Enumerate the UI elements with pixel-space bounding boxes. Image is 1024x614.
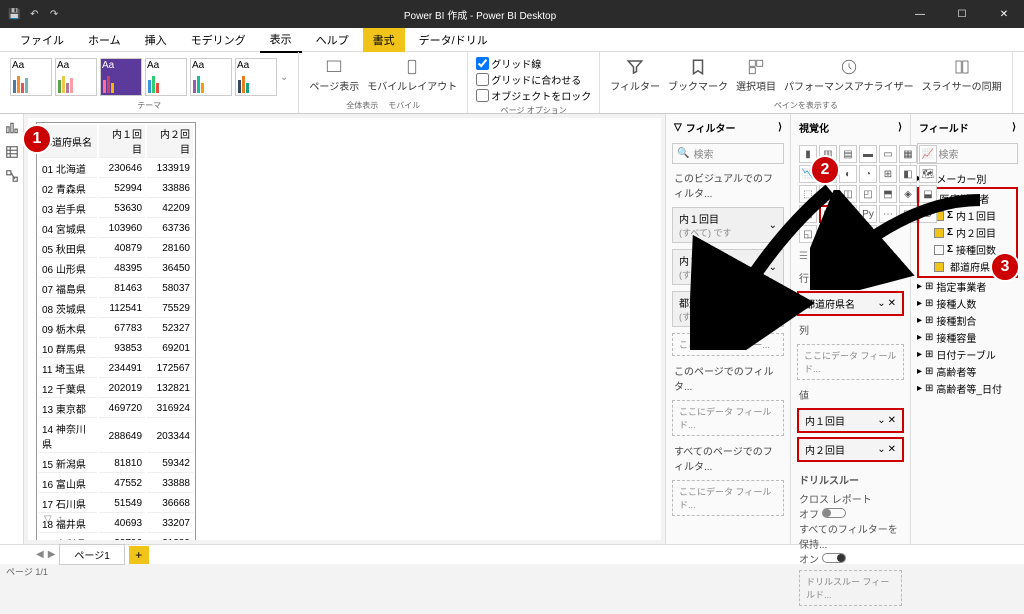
value-well-1[interactable]: 内１回目⌄✕ xyxy=(797,408,904,433)
value-well-2[interactable]: 内２回目⌄✕ xyxy=(797,437,904,462)
table-row[interactable]: 17 石川県5154936668 xyxy=(39,495,193,513)
table-row[interactable]: 13 東京都469720316924 xyxy=(39,400,193,418)
add-filter-field[interactable]: ここにデータ フィー... xyxy=(672,333,784,356)
table-row[interactable]: 08 茨城県11254175529 xyxy=(39,300,193,318)
menu-insert[interactable]: 挿入 xyxy=(135,28,177,52)
axis-well[interactable]: 都道府県名⌄✕ xyxy=(797,291,904,316)
filter-field-3[interactable]: 都道府県名(すべて) です⌄ xyxy=(672,291,784,327)
table-row[interactable]: 07 福島県8146358037 xyxy=(39,280,193,298)
page-view-button[interactable]: ページ表示 xyxy=(305,54,363,97)
redo-icon[interactable]: ↷ xyxy=(48,7,60,21)
page-tab[interactable]: ページ1 xyxy=(59,544,124,565)
performance-button[interactable]: パフォーマンスアナライザー xyxy=(780,54,918,97)
selection-pane-button[interactable]: 選択項目 xyxy=(732,54,780,97)
collapse-viz-icon[interactable]: ⟩ xyxy=(898,122,902,133)
table-row[interactable]: 06 山形県4839536450 xyxy=(39,260,193,278)
fields-tab-icon[interactable]: ☰ xyxy=(799,251,808,262)
table-row[interactable]: 04 宮城県10396063736 xyxy=(39,220,193,238)
drill-fields[interactable]: ドリルスルー フィールド... xyxy=(799,570,902,606)
data-view-icon[interactable] xyxy=(4,144,20,160)
expand-icon[interactable]: ⟩ xyxy=(778,122,782,133)
save-icon[interactable]: 💾 xyxy=(8,7,20,21)
fields-title: フィールド xyxy=(919,120,969,135)
cross-report-toggle[interactable] xyxy=(822,508,846,518)
viz-title: 視覚化 xyxy=(799,120,829,135)
table-row[interactable]: 11 埼玉県234491172567 xyxy=(39,360,193,378)
all-pages-filters-header: すべてのページでのフィルタ... xyxy=(666,439,790,477)
table-row[interactable]: 09 栃木県6778352327 xyxy=(39,320,193,338)
add-page-button[interactable]: + xyxy=(129,546,149,564)
format-tab-icon[interactable]: ✎ xyxy=(812,251,820,262)
menu-file[interactable]: ファイル xyxy=(10,28,74,52)
collapse-fields-icon[interactable]: ⟩ xyxy=(1012,122,1016,133)
filter-field-1[interactable]: 内１回目(すべて) です⌄ xyxy=(672,207,784,243)
table-elderly[interactable]: ▸⊞高齢者等 xyxy=(917,363,1018,380)
funnel-icon: ▽ xyxy=(674,122,682,133)
add-allpage-filter[interactable]: ここにデータ フィールド... xyxy=(672,480,784,516)
callout-3: 3 xyxy=(990,252,1020,282)
table-rate[interactable]: ▸⊞接種割合 xyxy=(917,312,1018,329)
visualization-picker[interactable]: ▮▥▤▬▭▦📈 📉▲◐◔⊞◧🗺 ⬚⊡◫◰⬒◈⬓ ▣▦RPy⋯◳⊕ ◱⬕⊗⋯ xyxy=(791,141,910,247)
callout-1: 1 xyxy=(22,124,52,154)
sort-icon[interactable]: ↕ xyxy=(58,514,63,525)
table-row[interactable]: 12 千葉県202019132821 xyxy=(39,380,193,398)
table-row[interactable]: 19 山梨県3279621299 xyxy=(39,535,193,540)
gridlines-check[interactable]: グリッド線 xyxy=(476,56,591,71)
callout-2: 2 xyxy=(810,155,840,185)
table-row[interactable]: 16 富山県4755233888 xyxy=(39,475,193,493)
table-row[interactable]: 01 北海道230646133919 xyxy=(39,160,193,178)
prev-page-icon[interactable]: ◀ xyxy=(36,549,44,560)
window-title: Power BI 作成 - Power BI Desktop xyxy=(60,7,900,22)
table-pop[interactable]: ▸⊞接種人数 xyxy=(917,295,1018,312)
next-page-icon[interactable]: ▶ xyxy=(48,549,56,560)
analytics-tab-icon[interactable]: 🔍 xyxy=(824,251,836,262)
close-button[interactable]: ✕ xyxy=(984,0,1024,28)
table-row[interactable]: 15 新潟県8181059342 xyxy=(39,455,193,473)
filter-pane-button[interactable]: フィルター xyxy=(606,54,664,97)
filter-search[interactable]: 🔍検索 xyxy=(672,143,784,164)
filter-icon[interactable]: ▽ xyxy=(44,514,52,525)
add-page-filter[interactable]: ここにデータ フィールド... xyxy=(672,400,784,436)
undo-icon[interactable]: ↶ xyxy=(28,7,40,21)
maximize-button[interactable]: ☐ xyxy=(942,0,982,28)
table-vol[interactable]: ▸⊞接種容量 xyxy=(917,329,1018,346)
filter-field-2[interactable]: 内２回目(すべて) です⌄ xyxy=(672,249,784,285)
report-view-icon[interactable] xyxy=(4,120,20,136)
menu-data[interactable]: データ/ドリル xyxy=(409,28,498,52)
ribbon-themes-label: テーマ xyxy=(137,100,161,111)
field-c2[interactable]: Σ内２回目 xyxy=(920,224,1015,241)
theme-gallery[interactable]: Aa Aa Aa Aa Aa Aa ⌄ xyxy=(6,54,292,100)
legend-well[interactable]: ここにデータ フィールド... xyxy=(797,344,904,380)
visual-filters-header: このビジュアルでのフィルタ... xyxy=(666,166,790,204)
menu-home[interactable]: ホーム xyxy=(78,28,131,52)
table-elderly-date[interactable]: ▸⊞高齢者等_日付 xyxy=(917,380,1018,397)
table-visual-icon[interactable]: ▦ xyxy=(819,205,837,223)
data-table[interactable]: 都道府県名内１回目内２回目 01 北海道23064613391902 青森県52… xyxy=(36,122,196,540)
table-row[interactable]: 02 青森県5299433886 xyxy=(39,180,193,198)
bookmark-pane-button[interactable]: ブックマーク xyxy=(664,54,732,97)
menu-help[interactable]: ヘルプ xyxy=(306,28,359,52)
snap-check[interactable]: グリッドに合わせる xyxy=(476,72,591,87)
table-row[interactable]: 14 神奈川県288649203344 xyxy=(39,420,193,453)
menu-format[interactable]: 書式 xyxy=(363,28,405,52)
table-row[interactable]: 03 岩手県5363042209 xyxy=(39,200,193,218)
page-filters-header: このページでのフィルタ... xyxy=(666,359,790,397)
mobile-layout-button[interactable]: モバイルレイアウト xyxy=(363,54,461,97)
sync-slicer-button[interactable]: スライサーの同期 xyxy=(918,54,1006,97)
filters-title: フィルター xyxy=(686,120,736,135)
lock-check[interactable]: オブジェクトをロック xyxy=(476,88,591,103)
menu-view[interactable]: 表示 xyxy=(260,27,302,53)
table-row[interactable]: 05 秋田県4087928160 xyxy=(39,240,193,258)
menu-modeling[interactable]: モデリング xyxy=(181,28,256,52)
keep-filters-toggle[interactable] xyxy=(822,553,846,563)
model-view-icon[interactable] xyxy=(4,168,20,184)
search-icon: 🔍 xyxy=(677,148,689,159)
table-row[interactable]: 10 群馬県9385369201 xyxy=(39,340,193,358)
table-date[interactable]: ▸⊞日付テーブル xyxy=(917,346,1018,363)
minimize-button[interactable]: — xyxy=(900,0,940,28)
